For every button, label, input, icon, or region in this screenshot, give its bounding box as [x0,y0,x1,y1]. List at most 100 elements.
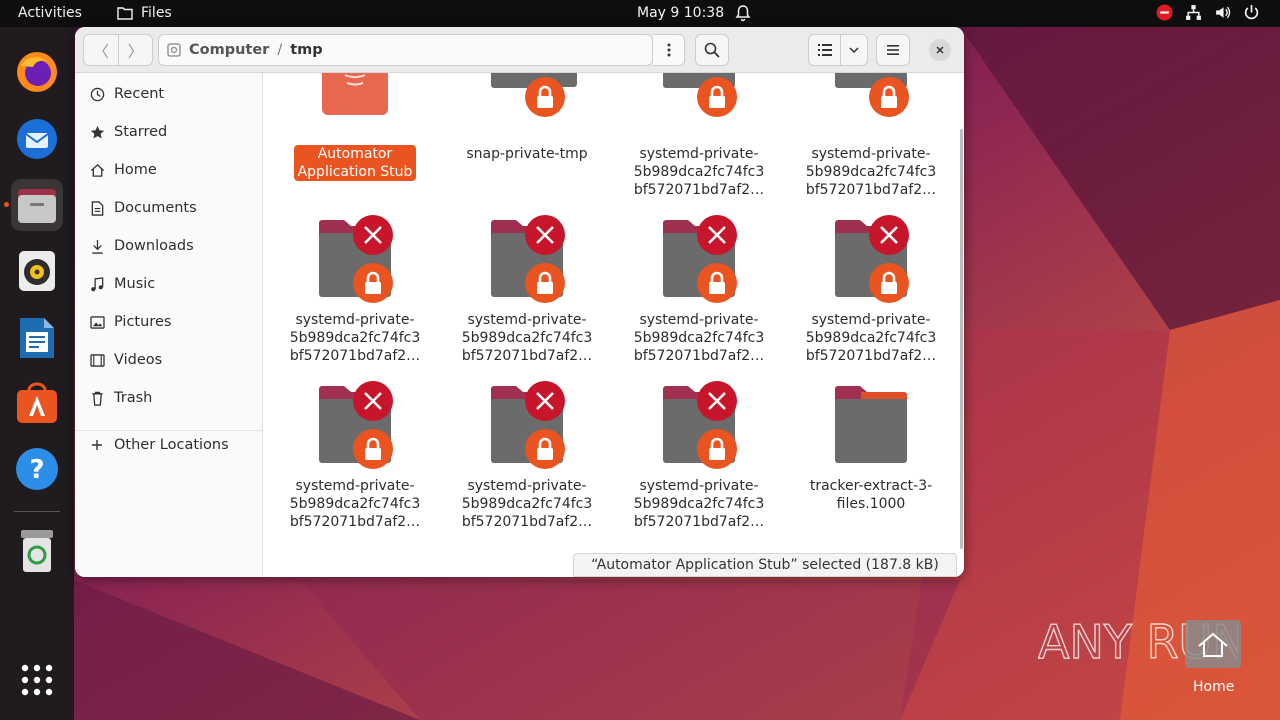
desktop-home-label[interactable]: Home [1193,679,1234,695]
dock-trash[interactable] [11,525,63,577]
sidebar-item-music[interactable]: Music [75,267,262,301]
app-center-icon [17,382,57,423]
do-not-disturb-icon [1156,4,1173,21]
file-label: systemd-private- 5b989dca2fc74fc3 bf5720… [805,146,937,198]
main-menu-button[interactable] [876,34,910,66]
dock-thunderbird[interactable] [11,113,63,165]
file-label: systemd-private- 5b989dca2fc74fc3 bf5720… [805,312,937,364]
dock-files[interactable] [11,179,63,231]
sidebar-item-videos[interactable]: Videos [75,343,262,377]
sidebar-item-starred[interactable]: Starred [75,115,262,149]
close-window-button[interactable] [929,39,951,61]
dock-rhythmbox[interactable] [11,245,63,297]
sidebar-item-label: Trash [114,390,153,406]
plus-icon [92,440,102,450]
running-indicator [4,202,9,207]
download-icon [91,239,103,254]
sidebar-item-pictures[interactable]: Pictures [75,305,262,339]
denied-folder-icon [491,381,565,469]
system-tray[interactable] [1156,4,1260,21]
files-icon [18,189,56,223]
search-icon [704,42,720,58]
dock-show-apps[interactable] [11,654,63,706]
denied-folder-icon [663,215,737,303]
rhythmbox-icon [19,251,55,291]
file-item-systemd-private[interactable]: systemd-private- 5b989dca2fc74fc3 bf5720… [280,213,430,365]
denied-folder-icon [319,215,393,303]
places-sidebar: Recent Starred Home Documents Downloads … [75,73,263,577]
file-item-systemd-private[interactable]: systemd-private- 5b989dca2fc74fc3 bf5720… [624,213,774,365]
libreoffice-writer-icon [20,318,54,358]
sidebar-item-label: Pictures [114,314,172,330]
chevron-right-icon: 〉 [127,42,144,61]
sidebar-item-label: Music [114,276,156,292]
file-item-automator-application-stub[interactable]: Automator Application Stub [280,73,430,181]
app-grid-icon [21,664,53,696]
path-root[interactable]: Computer [189,42,269,58]
file-label: snap-private-tmp [466,146,588,162]
file-label: systemd-private- 5b989dca2fc74fc3 bf5720… [461,478,593,530]
file-item-systemd-private[interactable]: systemd-private- 5b989dca2fc74fc3 bf5720… [624,379,774,531]
path-current[interactable]: tmp [290,42,322,58]
dock-app-center[interactable] [11,377,63,429]
locked-folder-icon [663,73,737,117]
clock[interactable]: May 9 10:38 [637,5,724,21]
locked-folder-icon [491,73,577,117]
power-icon [1244,5,1259,20]
home-icon [90,163,104,177]
path-separator: / [277,42,283,58]
video-icon [89,353,105,367]
dock-writer[interactable] [11,312,63,364]
back-button[interactable]: 〈 [84,35,118,65]
file-label: systemd-private- 5b989dca2fc74fc3 bf5720… [633,478,765,530]
list-view-button[interactable] [809,35,841,65]
home-folder-desktop-icon[interactable] [1185,618,1241,670]
chevron-down-icon [849,47,859,53]
file-item-systemd-private[interactable]: systemd-private- 5b989dca2fc74fc3 bf5720… [796,213,946,365]
path-menu-button[interactable] [653,34,685,66]
file-label: tracker-extract-3- files.1000 [809,478,933,512]
folder-icon [117,7,133,20]
help-icon: ? [16,448,58,490]
app-menu[interactable]: Files [117,5,172,21]
header-bar: 〈 〉 Computer / tmp [75,27,964,73]
sidebar-item-home[interactable]: Home [75,153,262,187]
dock-help[interactable]: ? [11,443,63,495]
sidebar-item-recent[interactable]: Recent [75,77,262,111]
java-application-icon [322,73,388,115]
status-bar: “Automator Application Stub” selected (1… [573,553,957,577]
file-label: systemd-private- 5b989dca2fc74fc3 bf5720… [289,478,421,530]
sidebar-item-downloads[interactable]: Downloads [75,229,262,263]
dock-firefox[interactable] [11,46,63,98]
list-view-icon [817,44,832,56]
file-item-tracker-extract[interactable]: tracker-extract-3- files.1000 [796,379,946,513]
file-item-systemd-private[interactable]: systemd-private- 5b989dca2fc74fc3 bf5720… [452,213,602,365]
search-button[interactable] [695,34,729,66]
clock-icon [90,87,104,101]
file-item-systemd-private[interactable]: systemd-private- 5b989dca2fc74fc3 bf5720… [280,379,430,531]
forward-button[interactable]: 〉 [118,35,152,65]
file-item-systemd-private[interactable]: systemd-private- 5b989dca2fc74fc3 bf5720… [624,73,774,199]
sidebar-item-trash[interactable]: Trash [75,381,262,415]
sidebar-item-documents[interactable]: Documents [75,191,262,225]
path-bar: Computer / tmp [158,34,653,66]
denied-folder-icon [491,215,565,303]
view-options-button[interactable] [841,47,867,53]
thunderbird-icon [17,119,57,159]
activities-button[interactable]: Activities [18,5,82,21]
file-item-systemd-private[interactable]: systemd-private- 5b989dca2fc74fc3 bf5720… [452,379,602,531]
firefox-icon [17,52,57,92]
files-window: 〈 〉 Computer / tmp Recent Starred Home D… [75,27,964,577]
locked-folder-icon [835,73,909,117]
sidebar-item-other-locations[interactable]: Other Locations [75,428,262,462]
chevron-left-icon: 〈 [92,42,109,61]
file-item-systemd-private[interactable]: systemd-private- 5b989dca2fc74fc3 bf5720… [796,73,946,199]
document-icon [91,200,103,216]
view-toggle[interactable] [808,34,868,66]
file-item-snap-private-tmp[interactable]: snap-private-tmp [452,73,602,163]
scrollbar[interactable] [960,129,963,549]
folder-icon [835,386,907,463]
file-label: systemd-private- 5b989dca2fc74fc3 bf5720… [289,312,421,364]
music-icon [91,276,104,291]
file-label: systemd-private- 5b989dca2fc74fc3 bf5720… [633,146,765,198]
